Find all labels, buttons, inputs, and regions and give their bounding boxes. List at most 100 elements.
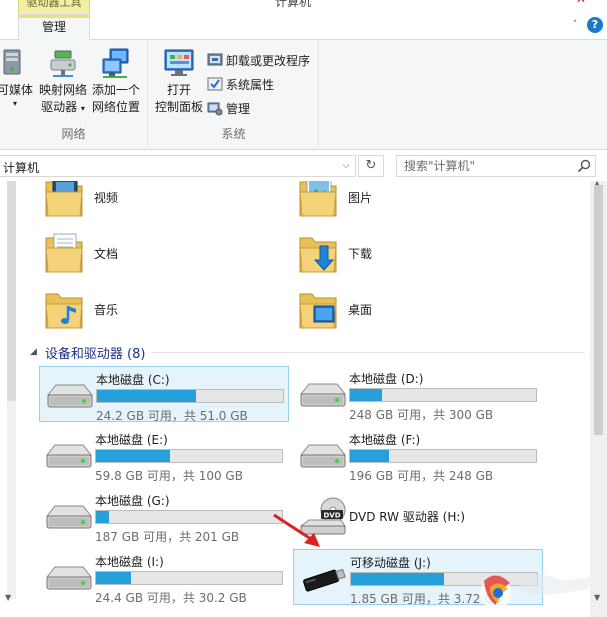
content-scrollbar[interactable]: ▲ ▼	[590, 181, 607, 617]
folder-label: 下载	[348, 246, 373, 261]
navigation-pane-scrollbar[interactable]: ▼	[0, 181, 20, 617]
drive-name: 本地磁盘 (D:)	[349, 372, 424, 386]
hard-drive-icon	[45, 505, 93, 529]
help-icon[interactable]: ?	[587, 17, 603, 33]
open-control-panel-label-1: 打开	[166, 83, 191, 97]
tab-manage[interactable]: 管理	[18, 14, 90, 41]
ribbon-group-network-label: 网络	[61, 127, 86, 141]
drive-usage-bar	[95, 571, 283, 585]
folder-pictures[interactable]: 图片	[298, 181, 372, 223]
folder-label: 图片	[348, 190, 373, 205]
drive-usage-fill	[350, 450, 390, 462]
system-properties-button[interactable]: 系统属性	[207, 72, 310, 96]
ribbon-group-system: 打开 控制面板 卸载或更改程序 系统属性 管理 系统	[149, 40, 319, 146]
ribbon-group-network: 可媒体 ▾ 映射网络 驱动器 ▾ 添加一个 网络位置 网络	[0, 40, 148, 146]
address-bar-row: 计算机 ⌵ ↻	[0, 151, 607, 181]
add-network-location-label-1: 添加一个	[91, 83, 140, 97]
drive-name: 可移动磁盘 (J:)	[350, 556, 431, 570]
drive-usage-bar	[96, 389, 284, 403]
folder-label: 文档	[94, 246, 119, 261]
access-media-button[interactable]: 可媒体 ▾	[0, 46, 36, 109]
drive-h-dvd[interactable]: DVD DVD RW 驱动器 (H:)	[293, 488, 543, 544]
search-input[interactable]	[397, 156, 567, 176]
folder-video[interactable]: 视频	[44, 181, 118, 223]
ribbon-tab-row: 管理 ˄ ?	[0, 14, 607, 41]
chevron-down-icon[interactable]: ⌵	[339, 158, 353, 174]
drive-size: 196 GB 可用，共 248 GB	[349, 469, 494, 483]
drive-name: 本地磁盘 (F:)	[349, 433, 421, 447]
drive-usage-fill	[351, 573, 444, 585]
drive-usage-bar	[95, 449, 283, 463]
drive-e[interactable]: 本地磁盘 (E:) 59.8 GB 可用，共 100 GB	[39, 427, 289, 483]
scrollbar-thumb[interactable]	[7, 181, 16, 401]
map-network-drive-icon	[50, 50, 76, 77]
add-network-location-icon	[102, 48, 129, 78]
drive-d[interactable]: 本地磁盘 (D:) 248 GB 可用，共 300 GB	[293, 366, 543, 422]
devices-section-header[interactable]: ◢ 设备和驱动器 (8)	[30, 343, 585, 362]
chevron-up-icon: ˄	[572, 20, 578, 30]
computer-management-icon	[207, 102, 223, 116]
open-control-panel-button[interactable]: 打开 控制面板	[153, 46, 205, 116]
documents-folder-icon	[45, 233, 83, 273]
add-network-location-button[interactable]: 添加一个 网络位置	[88, 46, 144, 116]
drive-c[interactable]: 本地磁盘 (C:) 24.2 GB 可用，共 51.0 GB	[39, 366, 289, 423]
pictures-folder-icon	[299, 181, 337, 217]
manage-button[interactable]: 管理	[207, 96, 310, 120]
address-bar[interactable]: 计算机 ⌵	[0, 155, 356, 177]
folder-desktop[interactable]: 桌面	[298, 283, 372, 335]
drive-name: 本地磁盘 (C:)	[96, 373, 170, 387]
system-properties-label: 系统属性	[226, 77, 275, 92]
add-network-location-label-2: 网络位置	[91, 100, 140, 114]
ribbon-minimize-button[interactable]: ˄	[568, 18, 582, 32]
uninstall-program-label: 卸载或更改程序	[226, 53, 311, 68]
hard-drive-icon	[299, 383, 347, 407]
window-title: 计算机	[275, 0, 312, 9]
annotation-arrow-icon	[273, 513, 320, 547]
folder-label: 音乐	[94, 302, 119, 317]
music-folder-icon	[45, 293, 83, 329]
drive-i[interactable]: 本地磁盘 (I:) 24.4 GB 可用，共 30.2 GB	[39, 549, 289, 605]
uninstall-program-button[interactable]: 卸载或更改程序	[207, 48, 310, 72]
address-path: 计算机	[3, 161, 40, 175]
collapse-caret-icon[interactable]: ◢	[30, 347, 37, 357]
folder-documents[interactable]: 文档	[44, 227, 118, 279]
ribbon: 可媒体 ▾ 映射网络 驱动器 ▾ 添加一个 网络位置 网络 打开 控制面板 卸载…	[0, 40, 607, 150]
map-network-drive-button[interactable]: 映射网络 驱动器 ▾	[38, 46, 88, 117]
scroll-down-arrow-icon[interactable]: ▼	[594, 593, 600, 602]
drive-usage-fill	[350, 389, 382, 401]
drive-size: 24.4 GB 可用，共 30.2 GB	[95, 591, 247, 605]
drive-name: 本地磁盘 (I:)	[95, 555, 164, 569]
map-network-drive-label-2: 驱动器 ▾	[41, 100, 85, 114]
control-panel-icon	[164, 49, 194, 76]
folder-music[interactable]: 音乐	[44, 283, 118, 335]
refresh-icon: ↻	[365, 158, 377, 173]
scroll-down-arrow-icon[interactable]: ▼	[5, 593, 11, 602]
desktop-folder-icon	[299, 293, 337, 329]
drive-f[interactable]: 本地磁盘 (F:) 196 GB 可用，共 248 GB	[293, 427, 543, 483]
drive-usage-bar	[349, 388, 537, 402]
uninstall-program-icon	[207, 53, 223, 66]
access-media-arrow: ▾	[12, 99, 17, 108]
hard-drive-icon	[45, 444, 93, 468]
drive-name: 本地磁盘 (E:)	[95, 433, 168, 447]
close-icon: ✕	[576, 0, 586, 6]
drive-usage-bar	[349, 449, 537, 463]
drive-usage-fill	[96, 450, 171, 462]
drive-g[interactable]: 本地磁盘 (G:) 187 GB 可用，共 201 GB	[39, 488, 289, 544]
section-divider	[153, 351, 585, 353]
scrollbar-thumb[interactable]	[594, 185, 603, 435]
system-small-buttons: 卸载或更改程序 系统属性 管理	[207, 48, 310, 120]
system-properties-icon	[207, 77, 223, 91]
hard-drive-icon	[46, 384, 94, 408]
drive-usage-fill	[96, 511, 110, 523]
drive-name: DVD RW 驱动器 (H:)	[349, 510, 466, 524]
search-icon[interactable]	[577, 159, 591, 173]
drive-usage-bar	[95, 510, 283, 524]
drive-size: 248 GB 可用，共 300 GB	[349, 408, 494, 422]
close-button[interactable]: ✕	[566, 0, 596, 8]
map-network-drive-label-1: 映射网络	[38, 83, 87, 97]
drive-size: 187 GB 可用，共 201 GB	[95, 530, 240, 544]
folder-downloads[interactable]: 下载	[298, 227, 372, 279]
folder-label: 视频	[94, 190, 119, 205]
refresh-button[interactable]: ↻	[358, 155, 384, 177]
